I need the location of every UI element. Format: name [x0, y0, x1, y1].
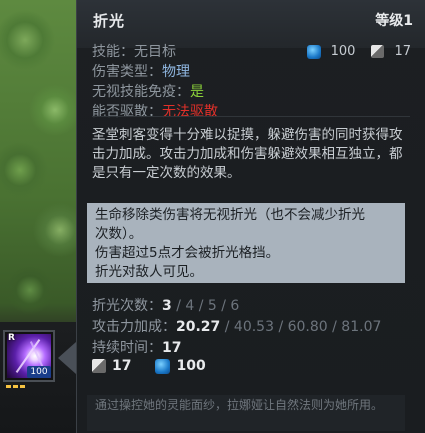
spell-immunity-label: 无视技能免疫： — [92, 84, 190, 100]
mana-icon — [306, 44, 321, 59]
bonus-damage-other-levels: / 40.53 / 60.80 / 81.07 — [220, 319, 382, 335]
dispel-row: 能否驱散：无法驱散 — [92, 102, 412, 122]
ability-description: 圣堂刺客变得十分难以捉摸，躲避伤害的同时获得攻击力加成。攻击力加成和伤害躲避效果… — [92, 127, 403, 181]
spell-immunity-row: 无视技能免疫：是 — [92, 82, 412, 102]
ability-name: 折光 — [93, 12, 126, 30]
mana-icon — [155, 358, 171, 374]
damage-type-label: 伤害类型： — [92, 64, 162, 80]
duration-value: 17 — [162, 340, 182, 356]
damage-type-row: 伤害类型：物理 — [92, 62, 412, 82]
ability-level: 等级1 — [375, 13, 413, 29]
instances-current: 3 — [162, 298, 172, 314]
divider — [92, 116, 410, 117]
cooldown-value: 17 — [394, 44, 411, 59]
note-line: 折光对敌人可见。 — [95, 264, 203, 280]
footer-mana-value: 100 — [176, 358, 206, 374]
ability-lore: 通过操控她的灵能面纱，拉娜娅让自然法则为她所用。 — [87, 395, 405, 431]
bonus-damage-current: 20.27 — [176, 319, 221, 335]
target-value: 无目标 — [134, 44, 176, 60]
ability-stats: 折光次数：3 / 4 / 5 / 6 攻击力加成：20.27 / 40.53 /… — [92, 296, 412, 359]
footer-cooldown-value: 17 — [112, 358, 132, 374]
spell-immunity-value: 是 — [190, 84, 204, 100]
dispel-label: 能否驱散： — [92, 104, 162, 120]
duration-row: 持续时间：17 — [92, 338, 412, 359]
damage-type-value: 物理 — [162, 64, 190, 80]
duration-label: 持续时间： — [92, 340, 162, 356]
header-costs: 100 17 — [306, 44, 411, 59]
ability-slot-refraction[interactable]: R 100 — [3, 330, 55, 382]
footer-costs: 17 100 — [92, 358, 206, 374]
note-line: 生命移除类伤害将无视折光（也不会减少折光 — [95, 207, 365, 223]
bonus-damage-label: 攻击力加成： — [92, 319, 176, 335]
ability-notes: 生命移除类伤害将无视折光（也不会减少折光 次数）。 伤害超过5点才会被折光格挡。… — [87, 203, 405, 283]
instances-other-levels: / 4 / 5 / 6 — [171, 298, 240, 314]
cooldown-icon — [371, 45, 385, 58]
note-line: 伤害超过5点才会被折光格挡。 — [95, 245, 280, 261]
bonus-damage-row: 攻击力加成：20.27 / 40.53 / 60.80 / 81.07 — [92, 317, 412, 338]
cooldown-icon — [92, 359, 106, 373]
mana-cost-value: 100 — [330, 44, 356, 59]
ability-mana-cost-badge: 100 — [27, 366, 51, 378]
ability-level-pips — [6, 385, 25, 388]
tooltip-header: 折光 等级1 — [77, 0, 425, 48]
target-label: 技能： — [92, 44, 134, 60]
ability-hotkey: R — [8, 333, 15, 343]
note-line: 次数）。 — [95, 226, 143, 242]
instances-row: 折光次数：3 / 4 / 5 / 6 — [92, 296, 412, 317]
dispel-value: 无法驱散 — [162, 104, 218, 120]
tooltip-pointer — [58, 342, 76, 374]
instances-label: 折光次数： — [92, 298, 162, 314]
